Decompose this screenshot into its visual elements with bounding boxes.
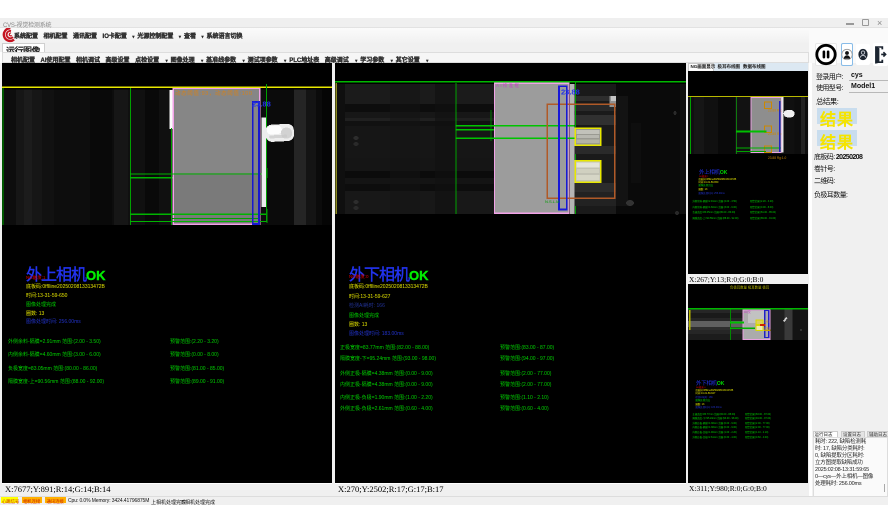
- svg-text:AI校准框: AI校准框: [496, 82, 520, 89]
- svg-text:动态阈值:93，动态阈值:100: 动态阈值:93，动态阈值:100: [175, 89, 252, 97]
- svg-text:N.S.L.M: N.S.L.M: [545, 199, 559, 204]
- svg-text:23.88 Rg:1.0: 23.88 Rg:1.0: [768, 156, 786, 160]
- svg-text:负极耳数量 极耳数量 极耳: 负极耳数量 极耳数量 极耳: [730, 285, 770, 290]
- svg-text:AI校: AI校: [744, 309, 751, 314]
- svg-text:23.88: 23.88: [252, 100, 271, 109]
- svg-text:23.88: 23.88: [561, 88, 580, 97]
